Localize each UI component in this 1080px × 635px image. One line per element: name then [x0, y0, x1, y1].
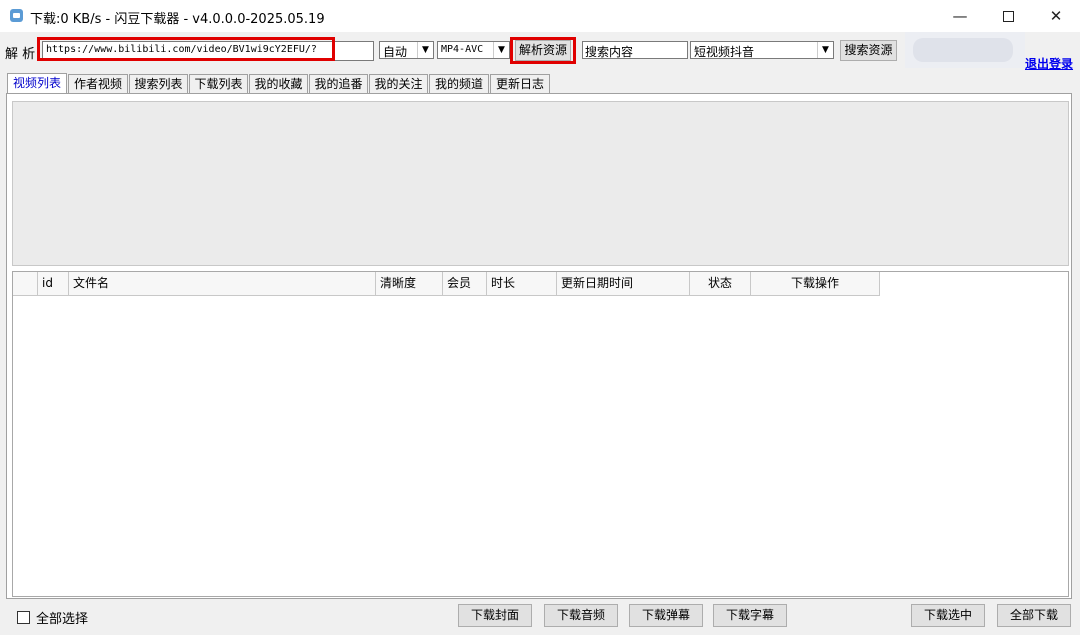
maximize-button[interactable]: [984, 0, 1032, 32]
column-header-quality[interactable]: 清晰度: [376, 272, 443, 296]
column-header-filename[interactable]: 文件名: [69, 272, 376, 296]
column-header-updated[interactable]: 更新日期时间: [557, 272, 690, 296]
search-input-value: 搜索内容: [585, 45, 634, 59]
download-cover-button[interactable]: 下载封面: [458, 604, 532, 627]
column-header-vip[interactable]: 会员: [443, 272, 487, 296]
download-danmaku-button[interactable]: 下载弹幕: [629, 604, 703, 627]
select-all-checkbox[interactable]: 全部选择: [17, 608, 88, 627]
logout-link[interactable]: 退出登录: [1025, 55, 1073, 72]
file-table[interactable]: id 文件名 清晰度 会员 时长 更新日期时间 状态 下载操作: [12, 271, 1069, 597]
tab-video-list[interactable]: 视频列表: [7, 73, 67, 94]
download-subtitle-button[interactable]: 下载字幕: [713, 604, 787, 627]
column-header-actions[interactable]: 下载操作: [751, 272, 880, 296]
app-icon: [10, 9, 23, 22]
platform-select[interactable]: 短视频抖音 ▼: [690, 41, 834, 59]
window-title: 下载:0 KB/s - 闪豆下载器 - v4.0.0.0-2025.05.19: [30, 12, 325, 27]
title-bar: 下载:0 KB/s - 闪豆下载器 - v4.0.0.0-2025.05.19 …: [0, 0, 1080, 32]
chevron-down-icon: ▼: [417, 42, 433, 58]
format-select-value: MP4-AVC: [441, 44, 484, 55]
platform-select-value: 短视频抖音: [694, 45, 755, 59]
tab-my-follows[interactable]: 我的关注: [369, 74, 428, 93]
select-all-label: 全部选择: [36, 612, 89, 627]
tab-download-list[interactable]: 下载列表: [189, 74, 248, 93]
tab-my-favorites[interactable]: 我的收藏: [249, 74, 308, 93]
checkbox-icon: [17, 611, 30, 624]
tab-author-videos[interactable]: 作者视频: [68, 74, 128, 93]
tab-update-log[interactable]: 更新日志: [490, 74, 550, 93]
close-button[interactable]: ✕: [1032, 0, 1080, 32]
minimize-button[interactable]: —: [936, 0, 984, 32]
user-avatar-blurred: [905, 32, 1025, 68]
quality-select-value: 自动: [383, 45, 408, 59]
maximize-icon: [1002, 11, 1014, 22]
parse-button-highlight-frame: [510, 37, 576, 64]
tab-my-channels[interactable]: 我的频道: [429, 74, 489, 93]
parse-label: 解 析: [5, 47, 36, 62]
column-header-check[interactable]: [13, 272, 38, 296]
chevron-down-icon: ▼: [817, 42, 833, 58]
column-header-status[interactable]: 状态: [690, 272, 751, 296]
tab-search-list[interactable]: 搜索列表: [129, 74, 188, 93]
chevron-down-icon: ▼: [493, 42, 509, 58]
tab-my-bangumi[interactable]: 我的追番: [309, 74, 368, 93]
quality-select[interactable]: 自动 ▼: [379, 41, 434, 59]
search-input[interactable]: 搜索内容: [582, 41, 688, 59]
video-info-area: [12, 101, 1069, 266]
search-resource-button[interactable]: 搜索资源: [840, 40, 897, 61]
column-header-id[interactable]: id: [38, 272, 69, 296]
download-audio-button[interactable]: 下载音频: [544, 604, 618, 627]
download-selected-button[interactable]: 下载选中: [911, 604, 985, 627]
format-select[interactable]: MP4-AVC ▼: [437, 41, 510, 59]
url-highlight-frame: [37, 37, 335, 61]
column-header-duration[interactable]: 时长: [487, 272, 557, 296]
download-all-button[interactable]: 全部下载: [997, 604, 1071, 627]
